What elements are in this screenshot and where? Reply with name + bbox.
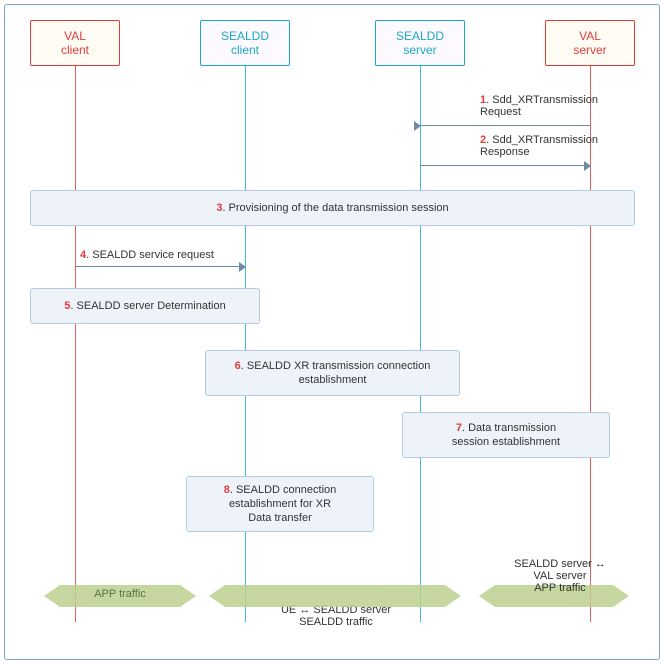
label-m1: 1. Sdd_XRTransmissionRequest — [480, 94, 598, 118]
lifeline-sealdd-server — [420, 66, 421, 622]
step-text: . SEALDD server Determination — [70, 300, 225, 312]
participant-sealdd-server: SEALDDserver — [375, 20, 465, 66]
step-text: . SEALDD XR transmission connectionestab… — [241, 360, 431, 386]
participant-val-server: VALserver — [545, 20, 635, 66]
lifeline-sealdd-client — [245, 66, 246, 622]
step-text: . Data transmissionsession establishment — [452, 422, 560, 448]
step-text: . Sdd_XRTransmissionRequest — [480, 94, 598, 118]
arrow-m4 — [75, 266, 245, 267]
label-m2: 2. Sdd_XRTransmissionResponse — [480, 134, 598, 158]
box-step-6: 6. SEALDD XR transmission connectionesta… — [205, 350, 460, 396]
arrow-m1 — [420, 125, 590, 126]
lifeline-val-client — [75, 66, 76, 622]
traffic-label-2: UE ↔ SEALDD serverSEALDD traffic — [256, 604, 416, 628]
traffic-label: APP traffic — [60, 588, 180, 600]
step-text: . Sdd_XRTransmissionResponse — [480, 134, 598, 158]
participant-val-client: VALclient — [30, 20, 120, 66]
label-m4: 4. SEALDD service request — [80, 249, 214, 261]
traffic-1: APP traffic — [60, 585, 180, 607]
traffic-label-3: SEALDD server ↔VAL serverAPP traffic — [490, 558, 630, 594]
participant-label: VALclient — [61, 29, 89, 58]
box-step-8: 8. SEALDD connectionestablishment for XR… — [186, 476, 374, 532]
sequence-diagram: VALclient SEALDDclient SEALDDserver VALs… — [0, 0, 664, 664]
step-text: . SEALDD connectionestablishment for XRD… — [229, 484, 336, 525]
participant-label: VALserver — [573, 29, 606, 58]
box-step-7: 7. Data transmissionsession establishmen… — [402, 412, 610, 458]
participant-sealdd-client: SEALDDclient — [200, 20, 290, 66]
step-text: . SEALDD service request — [86, 249, 214, 261]
arrow-m2 — [420, 165, 590, 166]
step-text: . Provisioning of the data transmission … — [222, 202, 448, 214]
participant-label: SEALDDserver — [396, 29, 444, 58]
traffic-2 — [225, 585, 445, 607]
participant-label: SEALDDclient — [221, 29, 269, 58]
box-step-3: 3. Provisioning of the data transmission… — [30, 190, 635, 226]
box-step-5: 5. SEALDD server Determination — [30, 288, 260, 324]
